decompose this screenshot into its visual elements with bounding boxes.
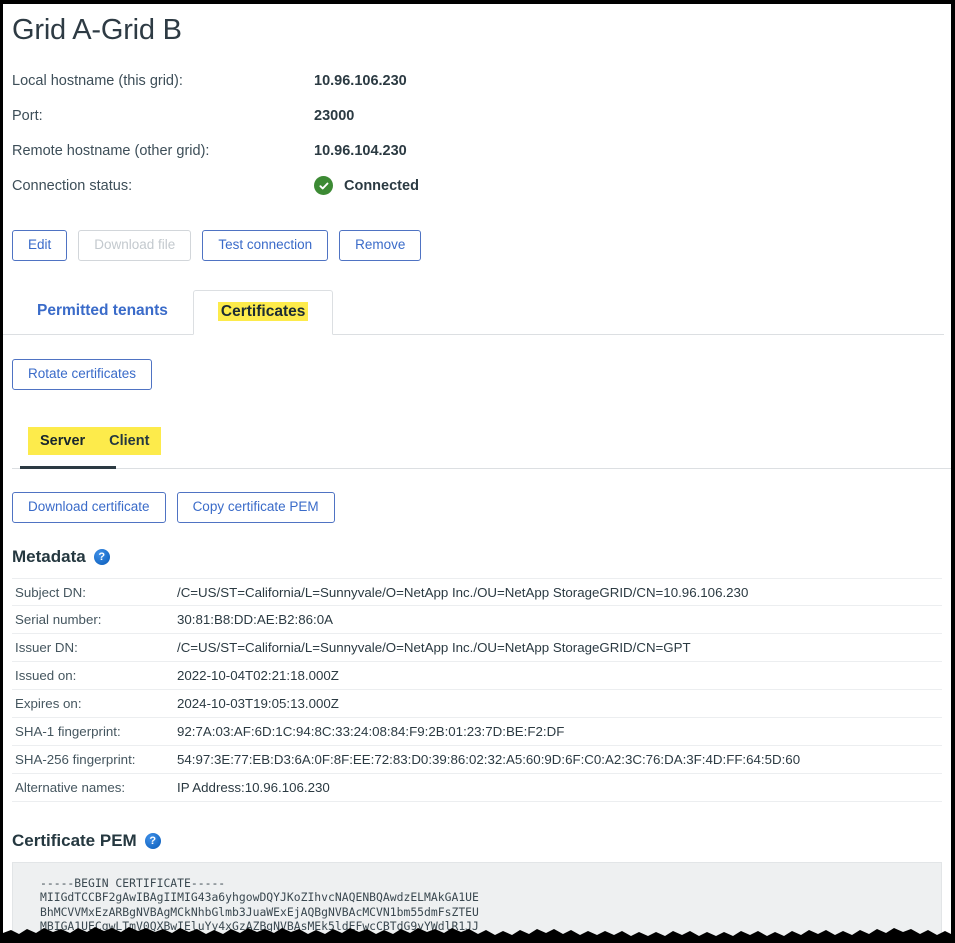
metadata-label-issued-on: Issued on:: [15, 668, 77, 683]
subtab-client-label: Client: [109, 433, 150, 449]
tab-certificates-label: Certificates: [217, 302, 309, 321]
table-row: Expires on: 2024-10-03T19:05:13.000Z: [12, 690, 942, 718]
metadata-heading-label: Metadata: [12, 547, 86, 566]
summary-label-local-hostname: Local hostname (this grid):: [12, 72, 183, 89]
metadata-value-sha1-fingerprint: 92:7A:03:AF:6D:1C:94:8C:33:24:08:84:F9:2…: [177, 724, 565, 739]
metadata-value-expires-on: 2024-10-03T19:05:13.000Z: [177, 696, 339, 711]
metadata-value-issued-on: 2022-10-04T02:21:18.000Z: [177, 668, 339, 683]
status-badge-label: Connected: [344, 177, 419, 194]
summary-label-port: Port:: [12, 107, 43, 124]
remove-button[interactable]: Remove: [339, 230, 422, 261]
connection-summary: Local hostname (this grid): 10.96.106.23…: [12, 63, 951, 203]
summary-label-remote-hostname: Remote hostname (other grid):: [12, 142, 210, 159]
connection-action-buttons: Edit Download file Test connection Remov…: [12, 230, 951, 261]
summary-row: Port: 23000: [12, 98, 951, 133]
certificate-pem-text: -----BEGIN CERTIFICATE----- MIIGdTCCBF2g…: [40, 876, 479, 934]
metadata-label-alternative-names: Alternative names:: [15, 780, 126, 795]
help-icon[interactable]: ?: [93, 549, 110, 565]
certificate-subtabs: Server Client: [28, 427, 162, 455]
metadata-value-sha256-fingerprint: 54:97:3E:77:EB:D3:6A:0F:8F:EE:72:83:D0:3…: [177, 752, 801, 767]
summary-row: Local hostname (this grid): 10.96.106.23…: [12, 63, 951, 98]
check-circle-icon: [314, 176, 333, 195]
metadata-label-sha256-fingerprint: SHA-256 fingerprint:: [15, 752, 136, 767]
summary-row: Remote hostname (other grid): 10.96.104.…: [12, 133, 951, 168]
table-row: Serial number: 30:81:B8:DD:AE:B2:86:0A: [12, 606, 942, 634]
table-row: Issuer DN: /C=US/ST=California/L=Sunnyva…: [12, 634, 942, 662]
tab-certificates[interactable]: Certificates: [192, 290, 334, 335]
metadata-label-subject-dn: Subject DN:: [15, 584, 86, 600]
metadata-value-alternative-names: IP Address:10.96.106.230: [177, 780, 330, 795]
subtab-client[interactable]: Client: [97, 427, 161, 455]
metadata-table: Subject DN: /C=US/ST=California/L=Sunnyv…: [12, 578, 942, 802]
main-tab-bar: Permitted tenants Certificates: [3, 288, 944, 335]
download-file-button: Download file: [78, 230, 192, 261]
status-badge: Connected: [314, 176, 419, 195]
rotate-certificates-button[interactable]: Rotate certificates: [12, 359, 153, 390]
metadata-label-sha1-fingerprint: SHA-1 fingerprint:: [15, 724, 121, 739]
table-row: Issued on: 2022-10-04T02:21:18.000Z: [12, 662, 942, 690]
browser-page-frame: Grid A-Grid B Local hostname (this grid)…: [0, 0, 955, 943]
metadata-label-expires-on: Expires on:: [15, 696, 82, 711]
help-icon[interactable]: ?: [144, 833, 161, 849]
certificate-pem-box[interactable]: -----BEGIN CERTIFICATE----- MIIGdTCCBF2g…: [12, 862, 942, 943]
metadata-value-issuer-dn: /C=US/ST=California/L=Sunnyvale/O=NetApp…: [177, 640, 691, 655]
summary-label-connection-status: Connection status:: [12, 177, 133, 194]
metadata-value-subject-dn: /C=US/ST=California/L=Sunnyvale/O=NetApp…: [177, 584, 749, 600]
metadata-label-issuer-dn: Issuer DN:: [15, 640, 78, 655]
certificate-action-buttons: Download certificate Copy certificate PE…: [12, 492, 951, 523]
download-certificate-button[interactable]: Download certificate: [12, 492, 166, 523]
metadata-value-serial-number: 30:81:B8:DD:AE:B2:86:0A: [177, 612, 333, 627]
copy-certificate-pem-button[interactable]: Copy certificate PEM: [176, 492, 335, 523]
certificate-subtab-bar: Server Client: [12, 427, 951, 471]
table-row: Alternative names: IP Address:10.96.106.…: [12, 774, 942, 802]
test-connection-button[interactable]: Test connection: [202, 230, 329, 261]
tab-permitted-tenants-label: Permitted tenants: [37, 302, 168, 319]
metadata-label-serial-number: Serial number:: [15, 612, 102, 627]
edit-button[interactable]: Edit: [12, 230, 68, 261]
certificate-pem-heading-label: Certificate PEM: [12, 831, 137, 850]
subtab-server[interactable]: Server: [28, 427, 97, 455]
table-row: SHA-256 fingerprint: 54:97:3E:77:EB:D3:6…: [12, 746, 942, 774]
certificate-pem-heading: Certificate PEM ?: [12, 831, 951, 851]
metadata-heading: Metadata ?: [12, 547, 951, 567]
summary-value-port: 23000: [314, 107, 355, 124]
rotate-certificates-area: Rotate certificates: [12, 359, 951, 390]
subtab-active-indicator: [20, 466, 116, 469]
summary-value-remote-hostname: 10.96.104.230: [314, 142, 407, 159]
subtab-server-label: Server: [40, 433, 86, 449]
table-row: SHA-1 fingerprint: 92:7A:03:AF:6D:1C:94:…: [12, 718, 942, 746]
page-title: Grid A-Grid B: [12, 14, 182, 46]
table-row: Subject DN: /C=US/ST=California/L=Sunnyv…: [12, 578, 942, 606]
tab-permitted-tenants[interactable]: Permitted tenants: [12, 289, 193, 334]
summary-row: Connection status: Connected: [12, 168, 951, 203]
subtab-divider: [12, 468, 951, 469]
summary-value-local-hostname: 10.96.106.230: [314, 72, 407, 89]
